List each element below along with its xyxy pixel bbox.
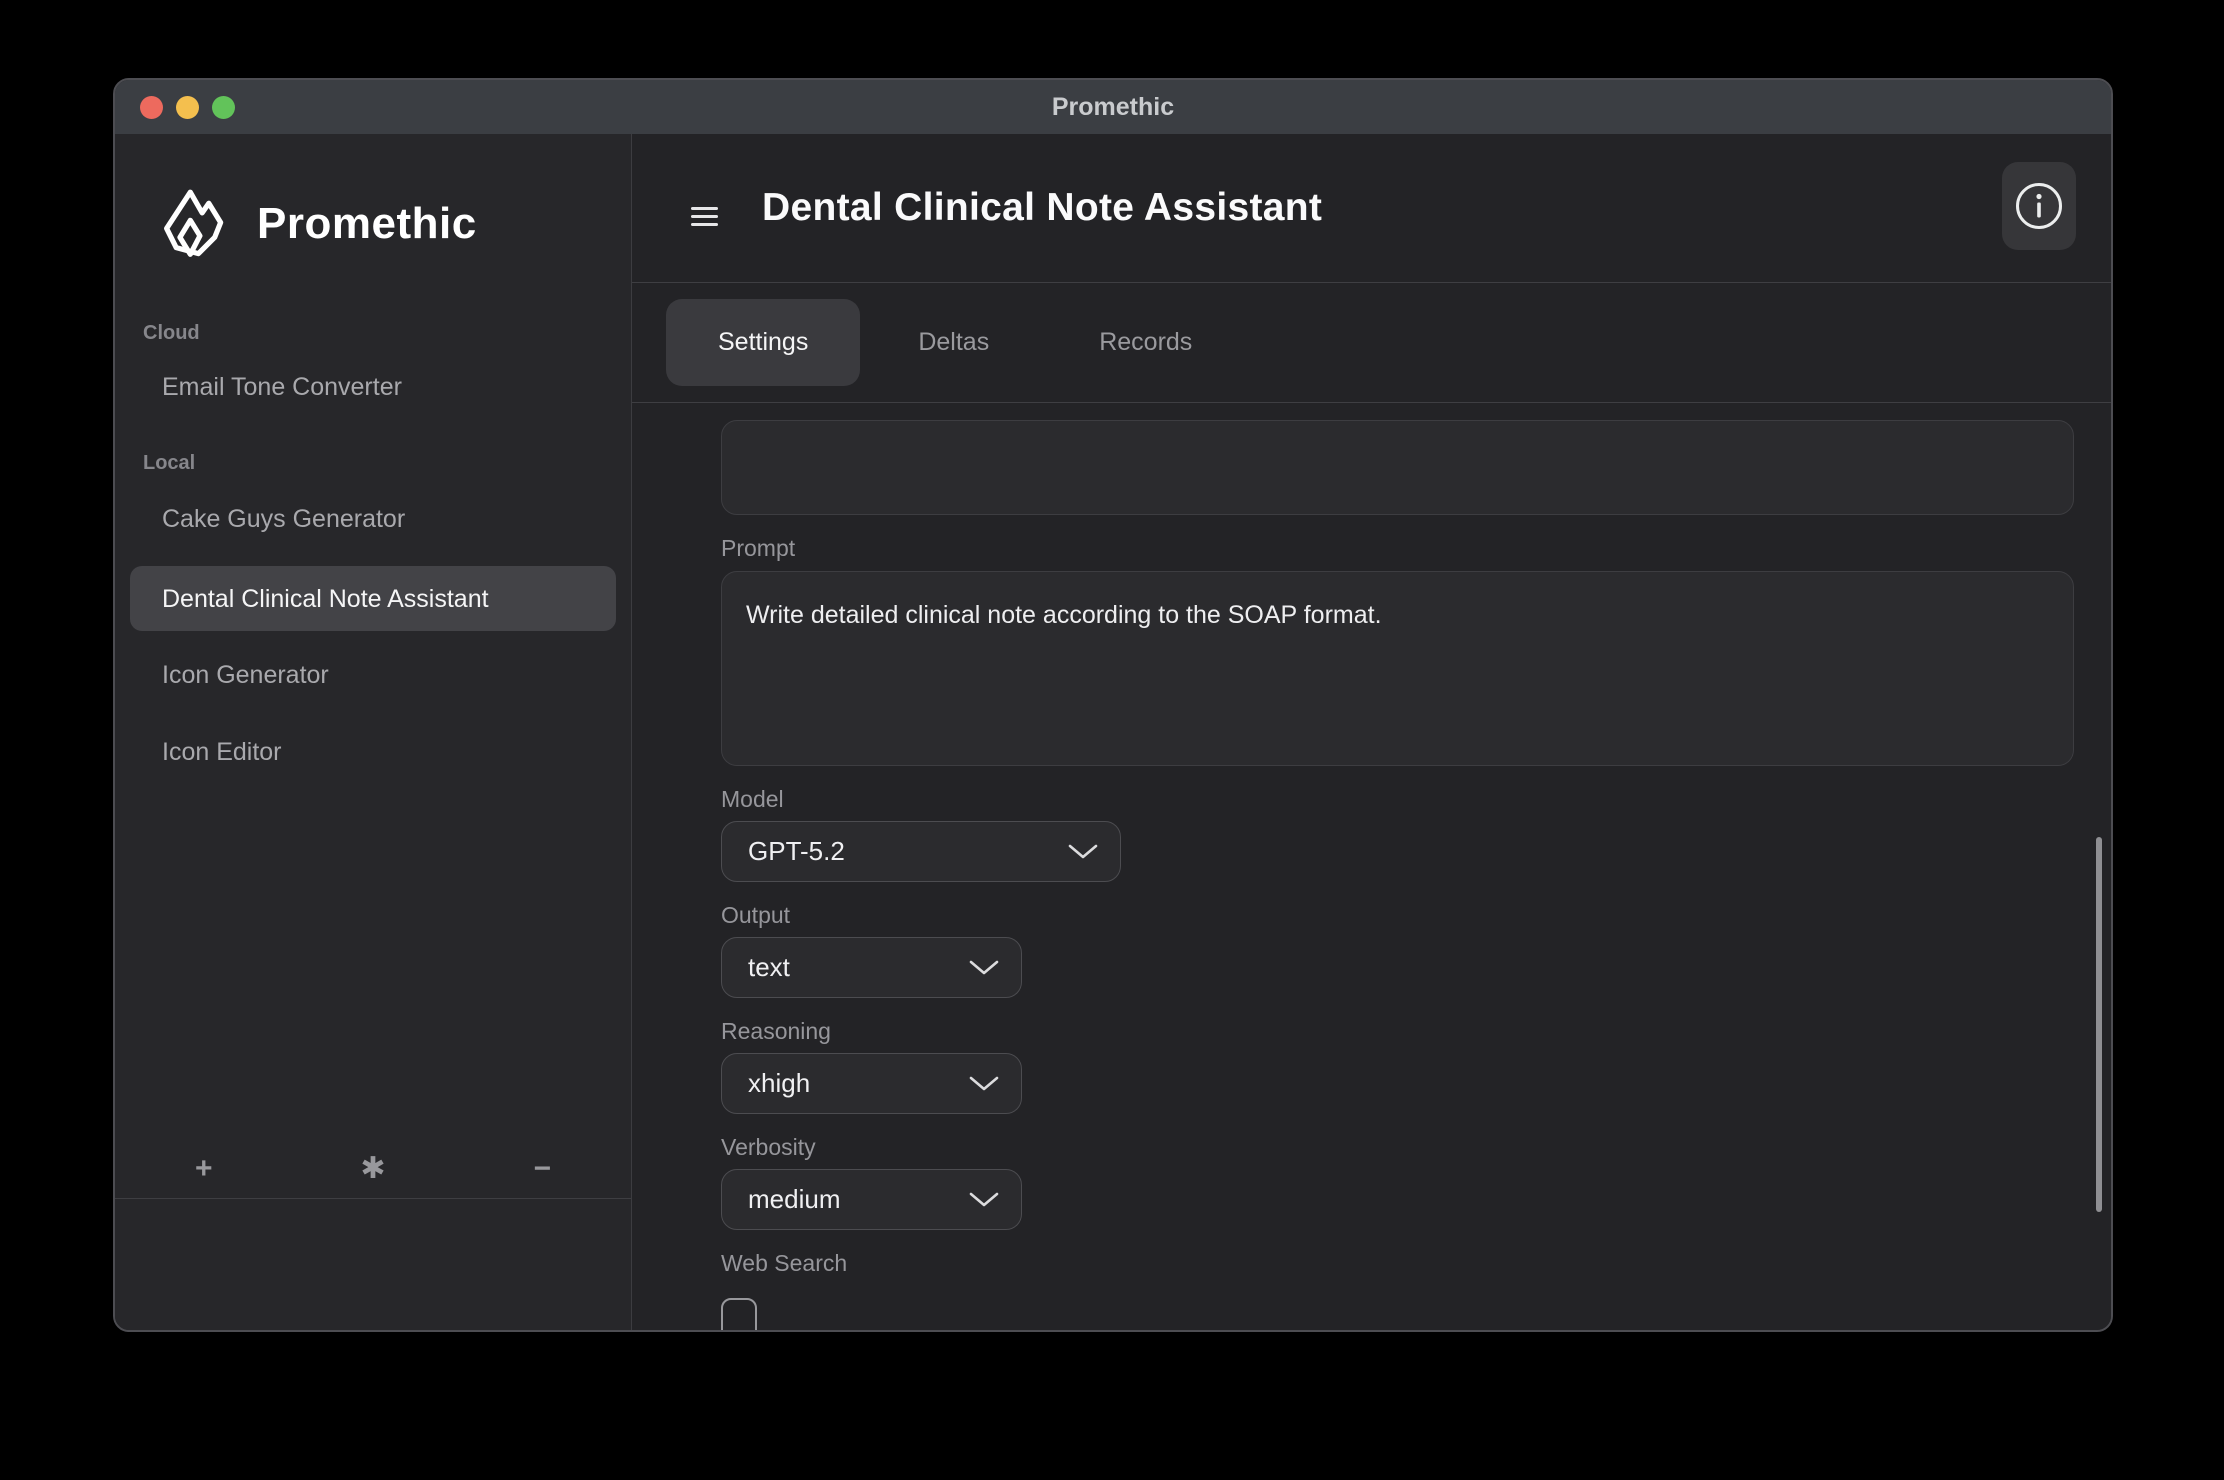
sidebar-section-local: Local	[143, 452, 631, 474]
sidebar-section-cloud: Cloud	[143, 322, 631, 344]
model-value: GPT-5.2	[748, 836, 845, 867]
page-title: Dental Clinical Note Assistant	[762, 186, 1322, 230]
asterisk-icon[interactable]: ✱	[360, 1148, 385, 1190]
minimize-button[interactable]	[176, 96, 199, 119]
chevron-down-icon	[969, 960, 999, 976]
close-button[interactable]	[140, 96, 163, 119]
settings-panel: Prompt Write detailed clinical note acco…	[632, 403, 2111, 1330]
app-window: Promethic Promethic Cloud Email Tone Con…	[113, 78, 2113, 1332]
sidebar-item-cake-guys-generator[interactable]: Cake Guys Generator	[162, 504, 631, 534]
web-search-label: Web Search	[721, 1249, 2071, 1277]
reasoning-label: Reasoning	[721, 1017, 2071, 1045]
verbosity-value: medium	[748, 1184, 840, 1215]
tab-records[interactable]: Records	[1047, 299, 1244, 386]
info-button[interactable]	[2002, 162, 2076, 250]
model-select[interactable]: GPT-5.2	[721, 821, 1121, 882]
main-header: Dental Clinical Note Assistant	[632, 134, 2111, 283]
zoom-button[interactable]	[212, 96, 235, 119]
minus-icon[interactable]: −	[533, 1148, 551, 1190]
sidebar: Promethic Cloud Email Tone Converter Loc…	[115, 134, 632, 1330]
output-label: Output	[721, 901, 2071, 929]
chevron-down-icon	[969, 1192, 999, 1208]
reasoning-value: xhigh	[748, 1068, 810, 1099]
chevron-down-icon	[1068, 844, 1098, 860]
main-panel: Dental Clinical Note Assistant Settings …	[632, 134, 2111, 1330]
flame-logo-icon	[157, 184, 231, 264]
web-search-checkbox[interactable]	[721, 1298, 757, 1330]
tab-settings[interactable]: Settings	[666, 299, 860, 386]
sidebar-item-icon-generator[interactable]: Icon Generator	[162, 660, 631, 690]
sidebar-item-dental-clinical-note-assistant[interactable]: Dental Clinical Note Assistant	[130, 566, 616, 631]
sidebar-footer: + ✱ −	[115, 1148, 631, 1190]
prompt-textarea[interactable]: Write detailed clinical note according t…	[721, 571, 2074, 766]
verbosity-label: Verbosity	[721, 1133, 2071, 1161]
info-icon	[2013, 180, 2065, 232]
hamburger-menu-icon[interactable]	[691, 207, 718, 226]
model-label: Model	[721, 785, 2071, 813]
sidebar-footer-divider	[115, 1198, 631, 1200]
prompt-text: Write detailed clinical note according t…	[746, 601, 1382, 629]
tab-bar: Settings Deltas Records	[632, 283, 2111, 403]
top-field-textarea[interactable]	[721, 420, 2074, 515]
scrollbar-thumb[interactable]	[2096, 837, 2102, 1212]
prompt-label: Prompt	[721, 534, 2071, 562]
verbosity-select[interactable]: medium	[721, 1169, 1022, 1230]
tab-deltas[interactable]: Deltas	[866, 299, 1041, 386]
add-icon[interactable]: +	[195, 1148, 213, 1190]
app-logo: Promethic	[157, 184, 631, 264]
output-select[interactable]: text	[721, 937, 1022, 998]
sidebar-item-email-tone-converter[interactable]: Email Tone Converter	[162, 372, 631, 402]
window-title: Promethic	[1052, 93, 1174, 122]
output-value: text	[748, 952, 790, 983]
sidebar-item-icon-editor[interactable]: Icon Editor	[162, 737, 631, 767]
traffic-lights	[140, 80, 235, 134]
reasoning-select[interactable]: xhigh	[721, 1053, 1022, 1114]
titlebar[interactable]: Promethic	[115, 80, 2111, 134]
chevron-down-icon	[969, 1076, 999, 1092]
app-logo-text: Promethic	[257, 199, 477, 249]
